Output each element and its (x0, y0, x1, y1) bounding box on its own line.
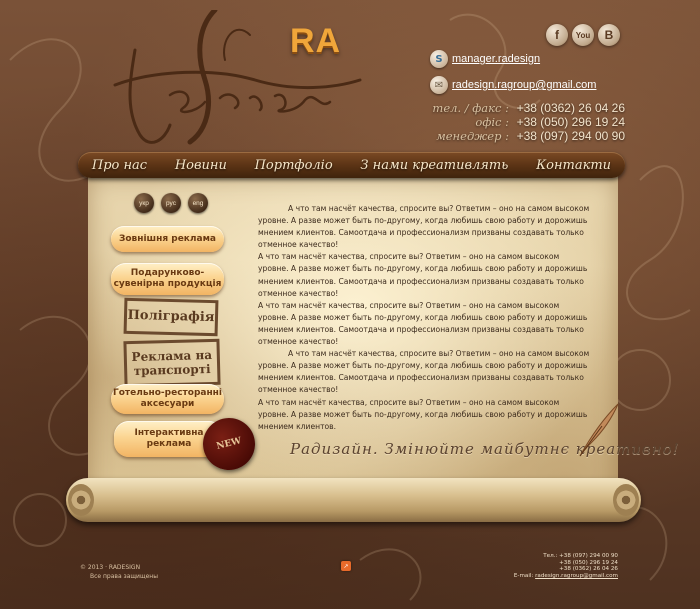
footer-tel: +38 (0362) 26 04 26 (559, 566, 618, 573)
quill-icon (579, 403, 619, 457)
footer-copyright: © 2013 · RADESIGN Все права защищены (80, 563, 158, 581)
footer-tel: +38 (050) 296 19 24 (559, 559, 618, 566)
phone-label: менеджер : (436, 129, 509, 143)
rights-text: Все права защищены (90, 573, 158, 580)
lang-eng-button[interactable]: eng (188, 193, 208, 213)
phone-list: тел. / факс : +38 (0362) 26 04 26 офіс :… (425, 101, 625, 143)
developer-badge-icon[interactable]: ↗ (341, 561, 351, 571)
text-paragraph: А что там насчёт качества, спросите вы? … (258, 300, 588, 347)
copyright-text: © 2013 · RADESIGN (80, 564, 141, 571)
phone-number: +38 (0362) 26 04 26 (516, 101, 625, 115)
nav-news[interactable]: Новини (175, 158, 227, 173)
ra-logo[interactable]: RA (290, 22, 341, 61)
phone-label: тел. / факс : (432, 101, 509, 115)
skype-contact: S manager.radesign (430, 50, 540, 68)
phone-label: офіс : (475, 115, 509, 129)
sidebar-print-button[interactable]: Поліграфія (123, 297, 219, 337)
nav-creative[interactable]: З нами креативлять (360, 158, 508, 173)
footer-email-link[interactable]: radesign.ragroup@gmail.com (535, 573, 618, 579)
phone-number: +38 (097) 294 00 90 (516, 129, 625, 143)
footer-tel-label: Тел.: (543, 553, 558, 559)
text-paragraph: А что там насчёт качества, спросите вы? … (258, 252, 588, 298)
skype-icon: S (430, 50, 448, 68)
phone-row-fax: тел. / факс : +38 (0362) 26 04 26 (425, 101, 625, 115)
footer-contacts: Тел.: +38 (097) 294 00 90 +38 (050) 296 … (470, 553, 618, 580)
facebook-icon[interactable]: f (546, 24, 568, 46)
phone-row-office: офіс : +38 (050) 296 19 24 (425, 115, 625, 129)
sidebar-horeca-button[interactable]: Готельно-ресторанні аксесуари (111, 384, 224, 414)
lang-ukr-button[interactable]: укр (134, 193, 154, 213)
scroll-roll (66, 478, 641, 522)
lang-rus-button[interactable]: рус (161, 193, 181, 213)
footer-tel: +38 (097) 294 00 90 (559, 553, 618, 559)
sidebar-outdoor-button[interactable]: Зовнішня реклама (111, 226, 224, 252)
email-link[interactable]: radesign.ragroup@gmail.com (452, 79, 596, 91)
youtube-icon[interactable]: You (572, 24, 594, 46)
sidebar-gifts-button[interactable]: Подарунково-сувенірна продукція (111, 263, 224, 295)
nav-portfolio[interactable]: Портфоліо (255, 158, 333, 173)
phone-row-manager: менеджер : +38 (097) 294 00 90 (425, 129, 625, 143)
text-paragraph: А что там насчёт качества, спросите вы? … (258, 397, 588, 431)
text-paragraph: А что там насчёт качества, спросите вы? … (258, 204, 590, 250)
nav-about[interactable]: Про нас (92, 158, 147, 173)
main-nav: Про нас Новини Портфоліо З нами креативл… (78, 152, 625, 178)
nav-contacts[interactable]: Контакти (536, 158, 611, 173)
text-paragraph: А что там насчёт качества, спросите вы? … (258, 349, 590, 395)
sidebar-transport-button[interactable]: Реклама на транспорті (123, 338, 221, 388)
email-contact: ✉ radesign.ragroup@gmail.com (430, 76, 596, 94)
phone-number: +38 (050) 296 19 24 (516, 115, 625, 129)
footer-email-label: E-mail: (513, 573, 534, 580)
main-text: А что там насчёт качества, спросите вы? … (258, 203, 591, 433)
vkontakte-icon[interactable]: B (598, 24, 620, 46)
mail-icon: ✉ (430, 76, 448, 94)
skype-link[interactable]: manager.radesign (452, 53, 540, 65)
